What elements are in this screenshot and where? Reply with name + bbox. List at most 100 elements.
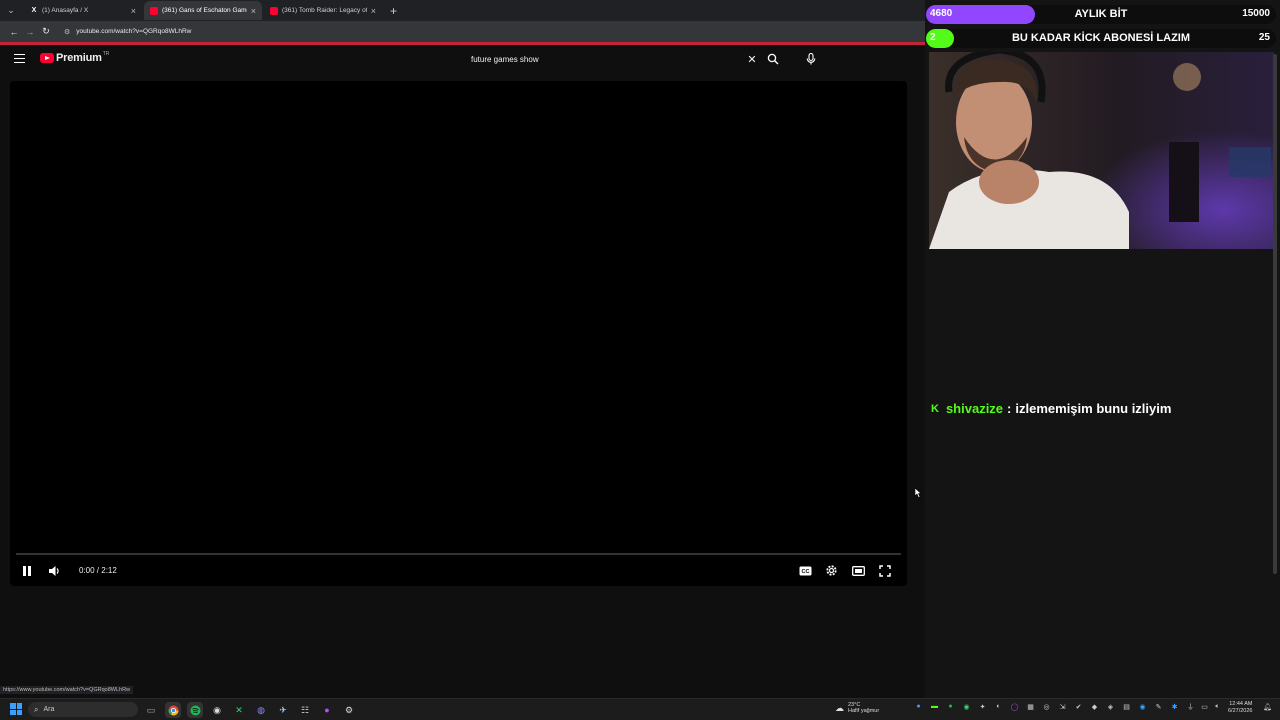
subtitles-button[interactable]: CC [798, 564, 813, 577]
settings-button[interactable] [824, 563, 839, 578]
chrome-icon[interactable] [165, 702, 181, 718]
taskbar-search-placeholder: Ara [43, 706, 55, 713]
clock-date: 6/27/2026 [1228, 708, 1253, 714]
tray-app-icon[interactable]: ▦ [1026, 701, 1035, 712]
microphone-icon [806, 53, 816, 65]
fullscreen-button[interactable] [877, 563, 892, 578]
chat-message: K shivazize : izlememişim bunu izliyim [931, 401, 1171, 416]
weather-widget[interactable]: ☁ 23°C Hafif yağmur [835, 702, 879, 714]
tray-app-icon[interactable]: ◈ [1106, 701, 1115, 712]
pen-icon[interactable]: ✎ [1154, 701, 1163, 712]
pause-button[interactable] [20, 564, 34, 578]
windows-taskbar: ⌕ Ara ▭ ◉ ✕ ◍ ✈ ☷ ● ⚙ [0, 698, 1280, 720]
speaker-icon[interactable]: 🔈︎ [1213, 701, 1222, 712]
goal-target: 25 [1258, 32, 1270, 43]
youtube-header: Premium TR future games show ✕ [0, 45, 920, 75]
tray-app-icon[interactable]: ⇲ [1058, 701, 1067, 712]
search-button[interactable] [762, 49, 784, 69]
browser-tab-youtube[interactable]: (361) Tomb Raider: Legacy of A... × [264, 1, 382, 20]
task-view-icon[interactable]: ▭ [143, 702, 159, 718]
bluetooth-icon[interactable]: ✱ [1170, 701, 1179, 712]
search-icon: ⌕ [34, 704, 39, 714]
tray-app-icon[interactable]: ◆ [1090, 701, 1099, 712]
monthly-bits-goal-bar: 4680 AYLIK BİT 15000 [926, 5, 1276, 24]
chat-separator: : [1007, 401, 1012, 416]
menu-hamburger-icon[interactable] [14, 54, 25, 63]
spotify-icon[interactable] [187, 702, 203, 718]
discord-icon[interactable]: ◍ [253, 702, 269, 718]
tab-close-icon[interactable]: × [251, 6, 256, 16]
browser-tab-youtube-active[interactable]: (361) Gans of Eschaton Gamepl... × [144, 1, 262, 20]
back-arrow-icon[interactable]: ← [6, 27, 22, 37]
reload-icon[interactable]: ↻ [38, 26, 54, 37]
tab-close-icon[interactable]: × [131, 6, 136, 16]
search-input[interactable]: future games show [462, 55, 742, 64]
youtube-icon [270, 6, 278, 15]
browser-tab-x[interactable]: X (1) Anasayfa / X × [24, 1, 142, 20]
tray-app-icon[interactable]: ◯ [1010, 701, 1019, 712]
site-info-icon[interactable]: ⚙ [64, 28, 70, 36]
youtube-play-icon [40, 53, 54, 63]
rain-cloud-icon: ☁ [835, 703, 844, 713]
mouse-cursor-icon [914, 485, 922, 503]
clear-search-icon[interactable]: ✕ [742, 53, 762, 66]
twitch-app-icon[interactable]: ● [319, 702, 335, 718]
tray-app-icon[interactable]: ● [946, 701, 955, 712]
closed-captions-icon: CC [799, 566, 812, 575]
tray-app-icon[interactable]: ✦ [978, 701, 987, 712]
logo-text: Premium [56, 52, 102, 64]
tray-app-icon[interactable]: ◉ [1138, 701, 1147, 712]
kick-icon: K [931, 402, 939, 415]
theater-mode-button[interactable] [851, 564, 866, 577]
region-code: TR [102, 51, 110, 57]
tray-app-icon[interactable]: ◉ [962, 701, 971, 712]
kick-subs-goal-bar: 2 BU KADAR KİCK ABONESİ LAZIM 25 [926, 29, 1276, 48]
notification-icon[interactable]: 🔔︎ [1263, 701, 1272, 712]
x-logo-icon: X [31, 7, 37, 14]
obs-icon[interactable]: ◉ [209, 702, 225, 718]
address-bar: ← → ↻ ⚙ youtube.com/watch?v=QGRqo8WLhRw [0, 21, 925, 42]
tab-search-chevron-icon[interactable]: ⌄ [0, 0, 22, 21]
goal-label: BU KADAR KİCK ABONESİ LAZIM [1011, 32, 1191, 44]
tray-app-icon[interactable]: ▤ [1122, 701, 1131, 712]
taskbar-search[interactable]: ⌕ Ara [28, 702, 138, 717]
youtube-premium-logo[interactable]: Premium TR [40, 51, 110, 64]
status-bar-url: https://www.youtube.com/watch?v=QGRqo8WL… [0, 686, 134, 694]
usb-icon[interactable]: ⏚ [1186, 701, 1195, 712]
gear-icon [826, 565, 837, 576]
tab-title: (361) Gans of Eschaton Gamepl... [162, 7, 247, 14]
chat-text: izlememişim bunu izliyim [1015, 401, 1172, 416]
network-icon[interactable]: ▭ [1200, 701, 1209, 712]
clock-time: 12:44 AM [1229, 701, 1253, 707]
new-tab-icon[interactable]: + [390, 4, 397, 18]
tray-app-icon[interactable]: ▬ [930, 701, 939, 712]
tray-app-icon[interactable]: ✔ [1074, 701, 1083, 712]
browser-tab-strip: ⌄ X (1) Anasayfa / X × (361) Gans of Esc… [0, 0, 925, 21]
volume-button[interactable] [46, 564, 62, 578]
time-display: 0:00 / 2:12 [79, 566, 117, 575]
tray-app-icon[interactable]: ● [914, 701, 923, 712]
webcam-image [929, 52, 1274, 249]
voice-search-button[interactable] [800, 49, 822, 69]
chat-username: shivazize [945, 401, 1004, 416]
search-box[interactable]: future games show ✕ [462, 49, 762, 69]
tab-title: (361) Tomb Raider: Legacy of A... [282, 7, 367, 14]
windows-start-icon[interactable] [10, 703, 22, 715]
theater-mode-icon [852, 565, 865, 576]
progress-bar[interactable] [16, 553, 901, 555]
forward-arrow-icon[interactable]: → [22, 27, 38, 37]
tray-app-icon[interactable]: ◐ [994, 701, 1003, 712]
system-clock[interactable]: 12:44 AM 6/27/2026 [1228, 701, 1252, 715]
svg-text:CC: CC [802, 569, 810, 575]
page-scrollbar[interactable] [1273, 54, 1277, 574]
tray-app-icon[interactable]: ◎ [1042, 701, 1051, 712]
steam-icon[interactable]: ✈ [275, 702, 291, 718]
url-field[interactable]: ⚙ youtube.com/watch?v=QGRqo8WLhRw [64, 28, 191, 36]
xbox-icon[interactable]: ✕ [231, 702, 247, 718]
video-player[interactable] [10, 81, 907, 586]
app-icon[interactable]: ☷ [297, 702, 313, 718]
search-icon [767, 53, 779, 65]
settings-app-icon[interactable]: ⚙ [341, 702, 357, 718]
fullscreen-icon [878, 564, 891, 577]
tab-close-icon[interactable]: × [371, 6, 376, 16]
